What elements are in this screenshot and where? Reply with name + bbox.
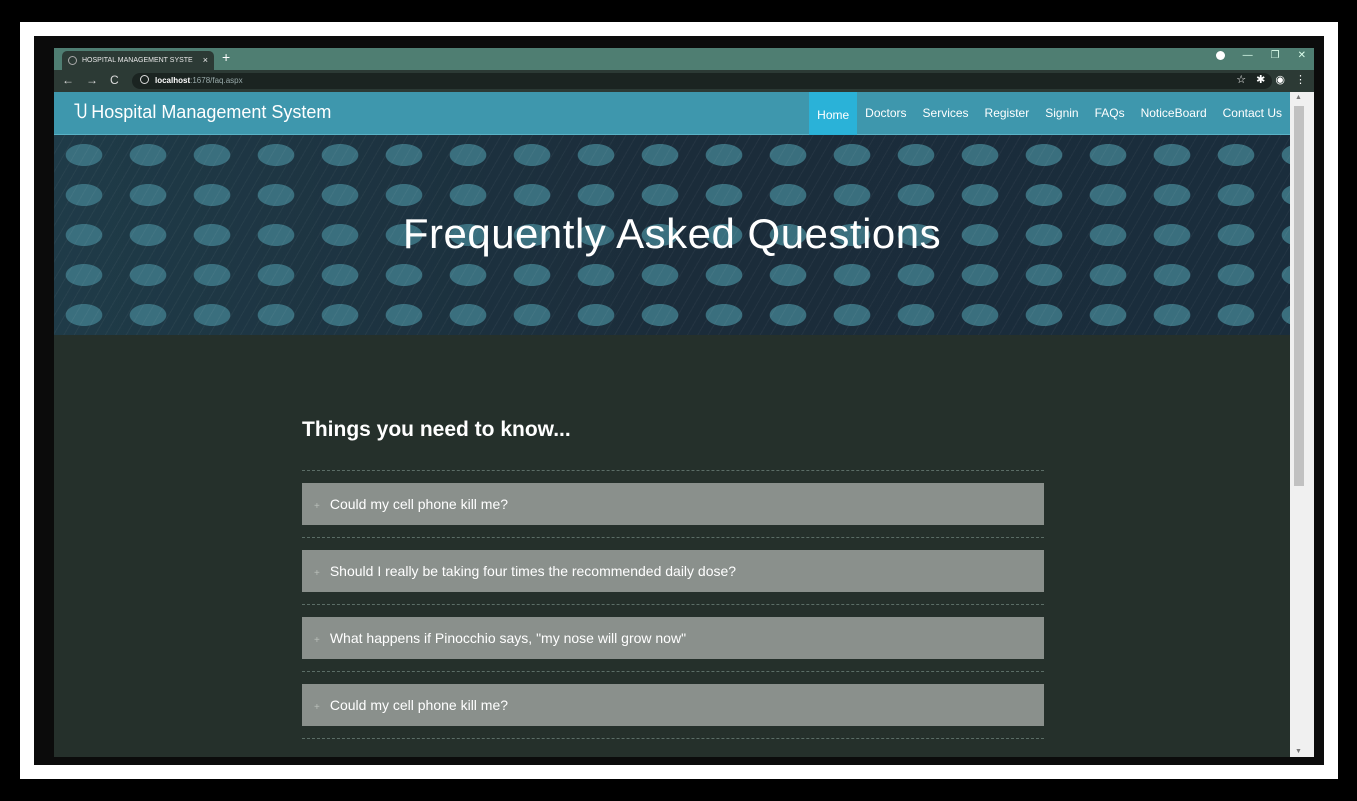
tab-title: HOSPITAL MANAGEMENT SYSTE: [82, 57, 193, 64]
brand-name: Hospital Management System: [91, 102, 332, 122]
minimize-icon[interactable]: —: [1243, 50, 1253, 61]
reload-icon[interactable]: C: [110, 73, 119, 87]
nav-signin[interactable]: Signin: [1037, 92, 1086, 135]
globe-icon: [68, 56, 77, 65]
divider: [302, 604, 1044, 605]
faq-question: What happens if Pinocchio says, "my nose…: [329, 630, 687, 646]
nav-noticeboard[interactable]: NoticeBoard: [1133, 92, 1215, 135]
extensions-icon[interactable]: ✱: [1256, 73, 1265, 86]
nav-faqs[interactable]: FAQs: [1087, 92, 1133, 135]
plus-icon: +: [314, 635, 320, 646]
plus-icon: +: [314, 568, 320, 579]
tab-close-icon[interactable]: ×: [203, 51, 208, 70]
divider: [302, 537, 1044, 538]
nav-register[interactable]: Register: [977, 92, 1038, 135]
url-path: :1678/faq.aspx: [190, 76, 243, 85]
stethoscope-icon: Ⴎ: [74, 103, 88, 122]
url-host: localhost: [155, 76, 191, 85]
scroll-down-icon[interactable]: ▼: [1295, 748, 1302, 755]
address-bar: ← → C localhost:1678/faq.aspx ☆ ✱ ◉ ⋮: [54, 70, 1314, 92]
forward-icon[interactable]: →: [86, 73, 98, 87]
faq-question: Could my cell phone kill me?: [329, 496, 509, 512]
tab-strip: HOSPITAL MANAGEMENT SYSTE × + — ❐ ✕: [54, 48, 1314, 70]
faq-heading: Things you need to know...: [302, 418, 571, 441]
nav-home[interactable]: Home: [809, 92, 858, 135]
divider: [302, 671, 1044, 672]
faq-item[interactable]: + What happens if Pinocchio says, "my nos…: [302, 617, 1044, 659]
account-icon[interactable]: ◉: [1275, 73, 1285, 86]
info-icon[interactable]: [140, 75, 149, 84]
faq-item[interactable]: + Should I really be taking four times th…: [302, 550, 1044, 592]
site-navbar: Ⴎ Hospital Management System Home Doctors…: [54, 92, 1290, 135]
browser-tab[interactable]: HOSPITAL MANAGEMENT SYSTE ×: [62, 51, 214, 70]
faq-question: Should I really be taking four times the…: [329, 563, 737, 579]
star-icon[interactable]: ☆: [1236, 73, 1246, 86]
faq-list: + Could my cell phone kill me? + Should I …: [302, 470, 1044, 751]
page-scrollbar[interactable]: ▲ ▼: [1290, 92, 1314, 757]
screenshot-frame: HOSPITAL MANAGEMENT SYSTE × + — ❐ ✕ ← → …: [20, 22, 1338, 779]
url-input[interactable]: localhost:1678/faq.aspx: [132, 73, 1272, 89]
scroll-thumb[interactable]: [1294, 106, 1304, 486]
nav-contact-us[interactable]: Contact Us: [1215, 92, 1290, 135]
divider: [302, 470, 1044, 471]
faq-question: Could my cell phone kill me?: [329, 697, 509, 713]
nav-menu: Home Doctors Services Register Signin FA…: [809, 92, 1290, 135]
brand-link[interactable]: Ⴎ Hospital Management System: [74, 102, 331, 123]
restore-icon[interactable]: ❐: [1271, 50, 1280, 61]
record-icon[interactable]: [1215, 51, 1225, 60]
plus-icon: +: [314, 702, 320, 713]
close-window-icon[interactable]: ✕: [1298, 50, 1306, 61]
scroll-up-icon[interactable]: ▲: [1295, 94, 1302, 101]
nav-doctors[interactable]: Doctors: [857, 92, 914, 135]
faq-item[interactable]: + Could my cell phone kill me?: [302, 684, 1044, 726]
faq-item[interactable]: + Could my cell phone kill me?: [302, 483, 1044, 525]
hero-banner: Frequently Asked Questions: [54, 135, 1290, 335]
faq-section: Things you need to know... + Could my cel…: [54, 335, 1290, 757]
new-tab-button[interactable]: +: [222, 49, 230, 65]
divider: [302, 738, 1044, 739]
browser-window: HOSPITAL MANAGEMENT SYSTE × + — ❐ ✕ ← → …: [54, 48, 1314, 757]
toolbar-icons: ☆ ✱ ◉ ⋮: [1236, 73, 1306, 86]
page-title: Frequently Asked Questions: [402, 210, 942, 257]
screenshot-border: HOSPITAL MANAGEMENT SYSTE × + — ❐ ✕ ← → …: [34, 36, 1324, 765]
window-controls: — ❐ ✕: [1215, 50, 1306, 61]
nav-arrows: ← → C: [62, 73, 119, 87]
nav-services[interactable]: Services: [915, 92, 977, 135]
plus-icon: +: [314, 501, 320, 512]
menu-icon[interactable]: ⋮: [1295, 73, 1306, 86]
back-icon[interactable]: ←: [62, 73, 74, 87]
